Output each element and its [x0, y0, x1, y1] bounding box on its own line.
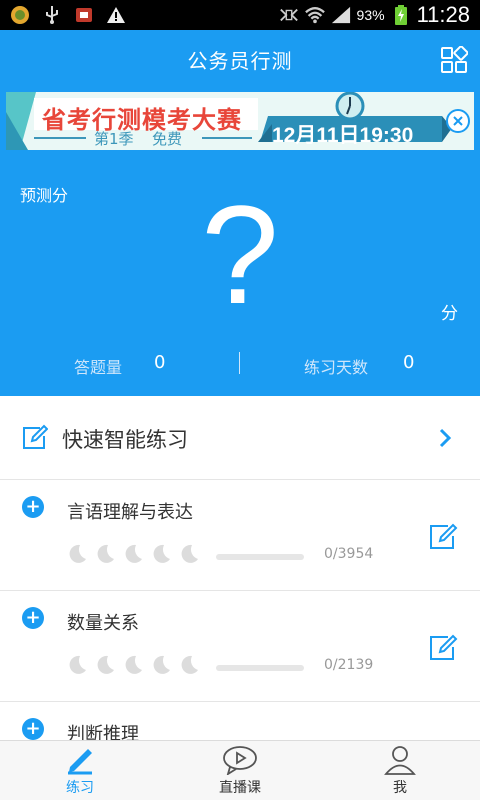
score-unit: 分	[441, 304, 458, 324]
difficulty-moon-icon	[178, 654, 200, 676]
person-icon	[382, 745, 418, 775]
stats-divider	[239, 352, 240, 374]
nfc-icon	[279, 5, 299, 25]
progress-bar	[216, 665, 304, 671]
battery-charging-icon	[391, 5, 411, 25]
page-title: 公务员行测	[187, 48, 293, 73]
tab-practice-label: 练习	[66, 780, 94, 796]
edit-icon	[20, 424, 49, 452]
tab-live-class[interactable]: 直播课	[160, 741, 320, 800]
expand-plus-icon[interactable]: +	[22, 718, 44, 740]
app-notification-icon	[10, 5, 30, 25]
bottom-navigation: 练习 直播课 我	[0, 740, 480, 800]
difficulty-moon-icon	[122, 543, 144, 565]
category-count: 0/3954	[324, 546, 374, 562]
tab-practice[interactable]: 练习	[0, 741, 160, 800]
category-title: 数量关系	[67, 613, 139, 634]
grid-menu-icon[interactable]	[440, 45, 469, 74]
expand-plus-icon[interactable]: +	[22, 607, 44, 629]
practice-stats: 答题量 0 练习天数 0	[0, 350, 480, 380]
difficulty-moon-icon	[94, 543, 116, 565]
predicted-score-value: ?	[201, 176, 279, 333]
category-row[interactable]: + 判断推理	[0, 702, 480, 740]
warning-icon	[106, 5, 126, 25]
banner-season: 第1季	[94, 130, 134, 148]
difficulty-moon-icon	[150, 654, 172, 676]
chevron-right-icon	[436, 426, 454, 450]
signal-icon	[331, 5, 351, 25]
banner-free: 免费	[152, 130, 183, 148]
category-row[interactable]: + 言语理解与表达 0/3954	[0, 480, 480, 591]
promo-banner-area: 省考行测模考大赛 第1季 免费 12月11日19:30	[0, 88, 480, 154]
category-count: 0/2139	[324, 657, 374, 673]
tab-me-label: 我	[393, 780, 407, 796]
practice-list: 快速智能练习 + 言语理解与表达 0/3954 + 数量关系 0/2139 + …	[0, 396, 480, 740]
promo-banner[interactable]: 省考行测模考大赛 第1季 免费 12月11日19:30	[6, 92, 474, 150]
status-time: 11:28	[416, 2, 470, 27]
usb-icon	[42, 5, 62, 25]
quick-practice-label: 快速智能练习	[62, 428, 188, 452]
answered-count-value: 0	[154, 352, 166, 373]
difficulty-moon-icon	[122, 654, 144, 676]
difficulty-moon-icon	[150, 543, 172, 565]
difficulty-moons	[66, 543, 200, 565]
banner-title: 省考行测模考大赛	[42, 106, 242, 134]
category-title: 判断推理	[67, 724, 139, 740]
difficulty-moon-icon	[178, 543, 200, 565]
difficulty-moon-icon	[66, 654, 88, 676]
tab-live-class-label: 直播课	[219, 780, 261, 796]
live-class-icon	[222, 745, 258, 777]
battery-percent: 93%	[356, 7, 385, 23]
tab-me[interactable]: 我	[320, 741, 480, 800]
difficulty-moon-icon	[94, 654, 116, 676]
practice-pen-icon	[62, 745, 98, 775]
banner-date: 12月11日19:30	[272, 124, 414, 147]
difficulty-moons	[66, 654, 200, 676]
quick-practice-row[interactable]: 快速智能练习	[0, 396, 480, 480]
practice-days-value: 0	[403, 352, 415, 373]
category-title: 言语理解与表达	[67, 502, 193, 523]
practice-days-label: 练习天数	[304, 358, 369, 377]
edit-icon[interactable]	[428, 522, 458, 552]
app-bar: 公务员行测	[0, 30, 480, 88]
status-bar: 93% 11:28	[0, 0, 480, 30]
screenshot-icon	[74, 5, 94, 25]
expand-plus-icon[interactable]: +	[22, 496, 44, 518]
category-row[interactable]: + 数量关系 0/2139	[0, 591, 480, 702]
difficulty-moon-icon	[66, 543, 88, 565]
wifi-icon	[304, 5, 325, 25]
close-icon[interactable]	[446, 109, 470, 133]
answered-count-label: 答题量	[74, 358, 123, 377]
progress-bar	[216, 554, 304, 560]
score-panel: 预测分 ? 分 答题量 0 练习天数 0	[0, 154, 480, 396]
edit-icon[interactable]	[428, 633, 458, 663]
